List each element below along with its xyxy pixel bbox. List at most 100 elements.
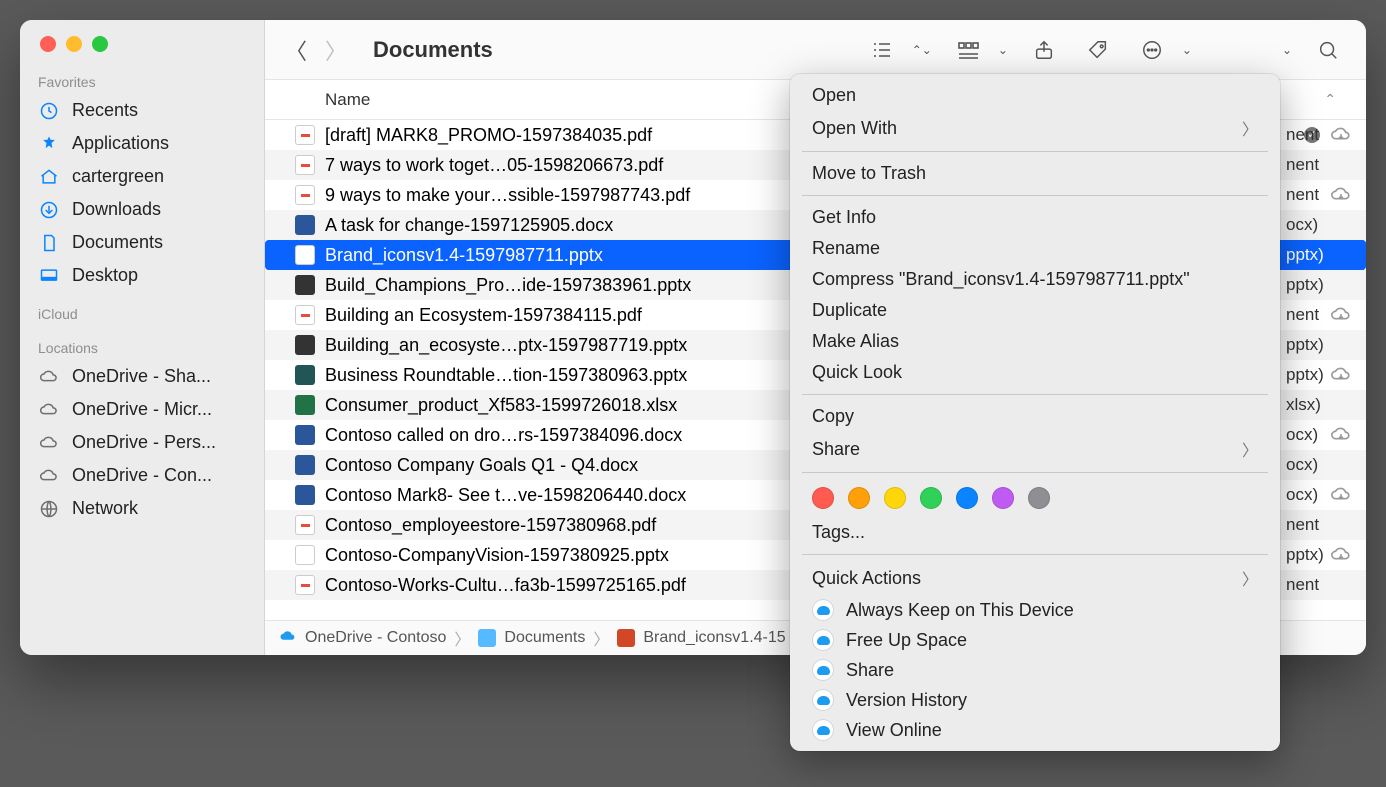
tag-color-button[interactable]	[812, 487, 834, 509]
chevron-right-icon: 〉	[1242, 116, 1258, 140]
sidebar-item-applications[interactable]: Applications	[20, 127, 264, 160]
back-button[interactable]: 〈	[285, 34, 307, 66]
kind-cell: nent	[1280, 150, 1366, 180]
network-icon	[38, 499, 60, 519]
minimize-window-button[interactable]	[66, 36, 82, 52]
close-window-button[interactable]	[40, 36, 56, 52]
cloud-icon	[279, 629, 297, 647]
menu-separator	[802, 151, 1268, 152]
tag-color-button[interactable]	[1028, 487, 1050, 509]
menu-item-open[interactable]: Open	[790, 80, 1280, 111]
forward-button[interactable]: 〉	[325, 34, 347, 66]
sidebar-item-recents[interactable]: Recents	[20, 94, 264, 127]
quick-action-label: View Online	[846, 720, 942, 741]
tag-color-button[interactable]	[848, 487, 870, 509]
chevron-updown-icon: ⌃⌄	[912, 43, 932, 57]
menu-item-quick-actions[interactable]: Quick Actions〉	[790, 561, 1280, 595]
chevron-right-icon: 〉	[1242, 566, 1258, 590]
sidebar-item-label: Network	[72, 498, 138, 519]
pdf-file-icon	[295, 515, 315, 535]
powerpoint-icon	[617, 629, 635, 647]
pdf-file-icon	[295, 575, 315, 595]
path-segment[interactable]: OneDrive - Contoso	[305, 629, 446, 647]
sidebar-item-onedrive-contoso[interactable]: OneDrive - Con...	[20, 459, 264, 492]
pdf-file-icon	[295, 185, 315, 205]
menu-item-tags[interactable]: Tags...	[790, 517, 1280, 548]
quick-action-item[interactable]: Share	[790, 655, 1280, 685]
chevron-down-icon: ⌄	[1282, 43, 1292, 57]
menu-item-duplicate[interactable]: Duplicate	[790, 295, 1280, 326]
kind-cell: pptx)	[1280, 270, 1366, 300]
tag-color-button[interactable]	[920, 487, 942, 509]
quick-action-item[interactable]: Always Keep on This Device	[790, 595, 1280, 625]
quick-action-item[interactable]: Free Up Space	[790, 625, 1280, 655]
location-title: Documents	[373, 37, 493, 63]
menu-item-make-alias[interactable]: Make Alias	[790, 326, 1280, 357]
sidebar-item-downloads[interactable]: Downloads	[20, 193, 264, 226]
sidebar-item-desktop[interactable]: Desktop	[20, 259, 264, 292]
tags-button[interactable]	[1080, 35, 1116, 65]
quick-action-item[interactable]: Version History	[790, 685, 1280, 715]
menu-separator	[802, 554, 1268, 555]
kind-cell: pptx)	[1280, 540, 1366, 570]
sort-ascending-icon: ⌃	[1324, 91, 1336, 108]
word-file-icon	[295, 215, 315, 235]
tag-color-button[interactable]	[884, 487, 906, 509]
menu-item-share[interactable]: Share〉	[790, 432, 1280, 466]
sidebar-item-onedrive-shared[interactable]: OneDrive - Sha...	[20, 360, 264, 393]
onedrive-icon	[812, 659, 834, 681]
sidebar-item-home[interactable]: cartergreen	[20, 160, 264, 193]
thumb-file-icon	[295, 275, 315, 295]
chevron-down-icon: ⌄	[998, 43, 1008, 57]
view-list-button[interactable]	[864, 35, 900, 65]
kind-column: nentnentnentocx)pptx)pptx)nentpptx)pptx)…	[1280, 120, 1366, 600]
more-button[interactable]	[1134, 35, 1170, 65]
chevron-right-icon: 〉	[1242, 437, 1258, 461]
chevron-down-icon: ⌄	[1182, 43, 1192, 57]
pptlight-file-icon	[295, 245, 315, 265]
group-button[interactable]	[950, 35, 986, 65]
quick-action-item[interactable]: View Online	[790, 715, 1280, 745]
menu-item-compress[interactable]: Compress "Brand_iconsv1.4-1597987711.ppt…	[790, 264, 1280, 295]
path-segment[interactable]: Brand_iconsv1.4-15	[643, 629, 785, 647]
thumb-file-icon	[295, 335, 315, 355]
sidebar-section-favorites: Favorites	[20, 60, 264, 94]
share-button[interactable]	[1026, 35, 1062, 65]
menu-item-get-info[interactable]: Get Info	[790, 202, 1280, 233]
menu-item-quick-look[interactable]: Quick Look	[790, 357, 1280, 388]
sidebar-item-label: OneDrive - Pers...	[72, 432, 216, 453]
kind-cell: nent	[1280, 510, 1366, 540]
zoom-window-button[interactable]	[92, 36, 108, 52]
menu-separator	[802, 195, 1268, 196]
search-button[interactable]	[1310, 35, 1346, 65]
word-file-icon	[295, 425, 315, 445]
thumb2-file-icon	[295, 365, 315, 385]
excel-file-icon	[295, 395, 315, 415]
sidebar-item-label: OneDrive - Micr...	[72, 399, 212, 420]
kind-cell: nent	[1280, 300, 1366, 330]
apps-icon	[38, 134, 60, 154]
sidebar-item-network[interactable]: Network	[20, 492, 264, 525]
home-icon	[38, 167, 60, 187]
tag-color-button[interactable]	[956, 487, 978, 509]
sidebar-item-onedrive-microsoft[interactable]: OneDrive - Micr...	[20, 393, 264, 426]
menu-item-rename[interactable]: Rename	[790, 233, 1280, 264]
chevron-right-icon: 〉	[454, 626, 470, 650]
sidebar-item-documents[interactable]: Documents	[20, 226, 264, 259]
quick-action-label: Share	[846, 660, 894, 681]
download-icon	[38, 200, 60, 220]
menu-separator	[802, 394, 1268, 395]
menu-item-trash[interactable]: Move to Trash	[790, 158, 1280, 189]
menu-item-copy[interactable]: Copy	[790, 401, 1280, 432]
sidebar-item-onedrive-personal[interactable]: OneDrive - Pers...	[20, 426, 264, 459]
pdf-file-icon	[295, 155, 315, 175]
sidebar-item-label: Applications	[72, 133, 169, 154]
pdf-file-icon	[295, 125, 315, 145]
kind-cell: xlsx)	[1280, 390, 1366, 420]
kind-cell: ocx)	[1280, 450, 1366, 480]
tag-color-button[interactable]	[992, 487, 1014, 509]
menu-item-open-with[interactable]: Open With〉	[790, 111, 1280, 145]
onedrive-icon	[812, 629, 834, 651]
sidebar-item-label: Desktop	[72, 265, 138, 286]
path-segment[interactable]: Documents	[504, 629, 585, 647]
